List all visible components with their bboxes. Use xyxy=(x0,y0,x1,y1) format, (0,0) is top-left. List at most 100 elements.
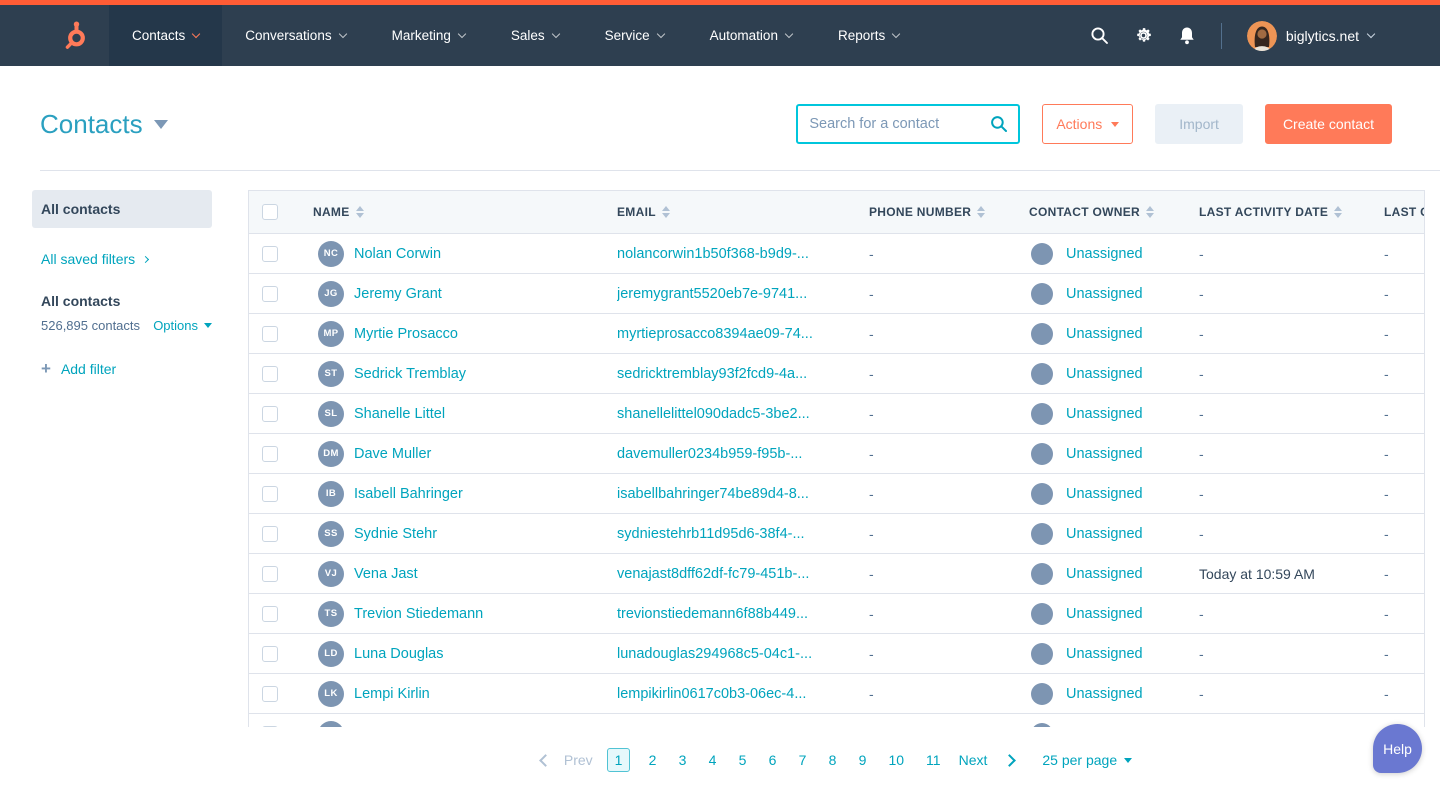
create-contact-button[interactable]: Create contact xyxy=(1265,104,1392,144)
owner-link[interactable]: Unassigned xyxy=(1066,246,1143,262)
hubspot-sprocket-logo[interactable] xyxy=(62,5,89,66)
nav-menu-item[interactable]: Service xyxy=(582,5,687,66)
contact-email-link[interactable]: isabellbahringer74be89d4-8... xyxy=(617,486,809,502)
owner-link[interactable]: Unassigned xyxy=(1066,366,1143,382)
contact-email-link[interactable]: lempikirlin0617c0b3-06ec-4... xyxy=(617,686,806,702)
search-icon[interactable] xyxy=(990,115,1008,138)
row-checkbox[interactable] xyxy=(262,366,278,382)
owner-link[interactable]: Unassigned xyxy=(1066,446,1143,462)
page-number-button[interactable]: 2 xyxy=(644,748,660,772)
contact-name-link[interactable]: Vena Jast xyxy=(354,566,418,582)
page-number-button[interactable]: 10 xyxy=(884,748,908,772)
owner-link[interactable]: Unassigned xyxy=(1066,286,1143,302)
contact-name-link[interactable]: Sedrick Tremblay xyxy=(354,366,466,382)
column-header-phone[interactable]: PHONE NUMBER xyxy=(869,205,971,219)
last-activity-cell: - xyxy=(1197,526,1377,542)
row-checkbox[interactable] xyxy=(262,606,278,622)
contact-name-link[interactable]: Dave Muller xyxy=(354,446,431,462)
nav-menu-item[interactable]: Conversations xyxy=(222,5,368,66)
page-number-button[interactable]: 9 xyxy=(854,748,870,772)
page-number-button[interactable]: 7 xyxy=(794,748,810,772)
row-checkbox[interactable] xyxy=(262,566,278,582)
contact-email-link[interactable]: venajast8dff62df-fc79-451b-... xyxy=(617,566,809,582)
row-checkbox[interactable] xyxy=(262,406,278,422)
sort-icon[interactable] xyxy=(1146,206,1154,218)
contact-email-link[interactable]: trevionstiedemann6f88b449... xyxy=(617,606,808,622)
contact-email-link[interactable]: sydniestehrb11d95d6-38f4-... xyxy=(617,526,805,542)
contact-email-link[interactable]: davemuller0234b959-f95b-... xyxy=(617,446,802,462)
contact-email-link[interactable]: shanellelittel090dadc5-3be2... xyxy=(617,406,810,422)
add-filter-button[interactable]: + Add filter xyxy=(41,360,212,377)
row-checkbox[interactable] xyxy=(262,686,278,702)
row-checkbox[interactable] xyxy=(262,286,278,302)
contact-name-link[interactable]: Jeremy Grant xyxy=(354,286,442,302)
page-number-button[interactable]: 5 xyxy=(734,748,750,772)
account-menu[interactable]: biglytics.net xyxy=(1247,21,1374,51)
owner-link[interactable]: Unassigned xyxy=(1066,606,1143,622)
page-number-button[interactable]: 4 xyxy=(704,748,720,772)
nav-menu-item[interactable]: Reports xyxy=(815,5,922,66)
owner-link[interactable]: Unassigned xyxy=(1066,686,1143,702)
contact-email-link[interactable]: jeremygrant5520eb7e-9741... xyxy=(617,286,807,302)
row-checkbox[interactable] xyxy=(262,326,278,342)
column-header-last-contacted[interactable]: LAST CONTACTED xyxy=(1384,205,1424,219)
nav-menu-item[interactable]: Sales xyxy=(488,5,582,66)
owner-link[interactable]: Unassigned xyxy=(1066,486,1143,502)
select-all-checkbox[interactable] xyxy=(262,204,278,220)
contact-email-link[interactable]: sedricktremblay93f2fcd9-4a... xyxy=(617,366,807,382)
contact-name-link[interactable]: Sydnie Stehr xyxy=(354,526,437,542)
contact-email-link[interactable]: nolancorwin1b50f368-b9d9-... xyxy=(617,246,809,262)
sort-icon[interactable] xyxy=(356,206,364,218)
column-header-name[interactable]: NAME xyxy=(313,205,350,219)
row-checkbox[interactable] xyxy=(262,646,278,662)
owner-link[interactable]: Unassigned xyxy=(1066,526,1143,542)
owner-link[interactable]: Unassigned xyxy=(1066,326,1143,342)
nav-menu-item[interactable]: Contacts xyxy=(109,5,222,66)
contact-name-link[interactable]: Shanelle Littel xyxy=(354,406,445,422)
owner-link[interactable]: Unassigned xyxy=(1066,646,1143,662)
page-number-button[interactable]: 8 xyxy=(824,748,840,772)
import-button[interactable]: Import xyxy=(1155,104,1243,144)
actions-button[interactable]: Actions xyxy=(1042,104,1133,144)
sort-icon[interactable] xyxy=(977,206,985,218)
sort-icon[interactable] xyxy=(662,206,670,218)
nav-menu-item[interactable]: Automation xyxy=(687,5,815,66)
contact-email-link[interactable]: lunadouglas294968c5-04c1-... xyxy=(617,646,812,662)
page-number-button[interactable]: 11 xyxy=(922,748,945,772)
page-number-button[interactable]: 1 xyxy=(607,748,631,772)
all-saved-filters-link[interactable]: All saved filters xyxy=(41,251,212,267)
page-number-button[interactable]: 6 xyxy=(764,748,780,772)
contact-name-link[interactable]: Isabell Bahringer xyxy=(354,486,463,502)
nav-menu-item[interactable]: Marketing xyxy=(369,5,488,66)
global-search-icon[interactable] xyxy=(1090,26,1109,45)
contact-name-link[interactable]: Luna Douglas xyxy=(354,646,444,662)
row-checkbox[interactable] xyxy=(262,246,278,262)
notifications-bell-icon[interactable] xyxy=(1178,26,1196,46)
owner-link[interactable]: Unassigned xyxy=(1066,566,1143,582)
chevron-left-icon[interactable] xyxy=(539,754,552,767)
settings-gear-icon[interactable] xyxy=(1134,26,1153,45)
help-button[interactable]: Help xyxy=(1373,724,1422,773)
column-header-last-activity[interactable]: LAST ACTIVITY DATE xyxy=(1199,205,1328,219)
contact-name-link[interactable]: Lempi Kirlin xyxy=(354,686,430,702)
table-row: NC Nolan Corwin nolancorwin1b50f368-b9d9… xyxy=(249,234,1424,274)
contact-email-link[interactable]: myrtieprosacco8394ae09-74... xyxy=(617,326,813,342)
per-page-dropdown[interactable]: 25 per page xyxy=(1042,752,1132,768)
contact-name-link[interactable]: Myrtie Prosacco xyxy=(354,326,458,342)
chevron-right-icon[interactable] xyxy=(1004,754,1017,767)
row-checkbox[interactable] xyxy=(262,526,278,542)
column-header-email[interactable]: EMAIL xyxy=(617,205,656,219)
row-checkbox[interactable] xyxy=(262,486,278,502)
next-button[interactable]: Next xyxy=(959,752,988,768)
sidebar-item-all-contacts[interactable]: All contacts xyxy=(32,190,212,228)
sort-icon[interactable] xyxy=(1334,206,1342,218)
contact-name-link[interactable]: Trevion Stiedemann xyxy=(354,606,483,622)
row-checkbox[interactable] xyxy=(262,446,278,462)
page-number-button[interactable]: 3 xyxy=(674,748,690,772)
prev-button[interactable]: Prev xyxy=(564,752,593,768)
page-title-dropdown[interactable]: Contacts xyxy=(40,109,168,140)
contact-name-link[interactable]: Nolan Corwin xyxy=(354,246,441,262)
owner-link[interactable]: Unassigned xyxy=(1066,406,1143,422)
column-header-owner[interactable]: CONTACT OWNER xyxy=(1029,205,1140,219)
options-dropdown[interactable]: Options xyxy=(153,318,212,333)
